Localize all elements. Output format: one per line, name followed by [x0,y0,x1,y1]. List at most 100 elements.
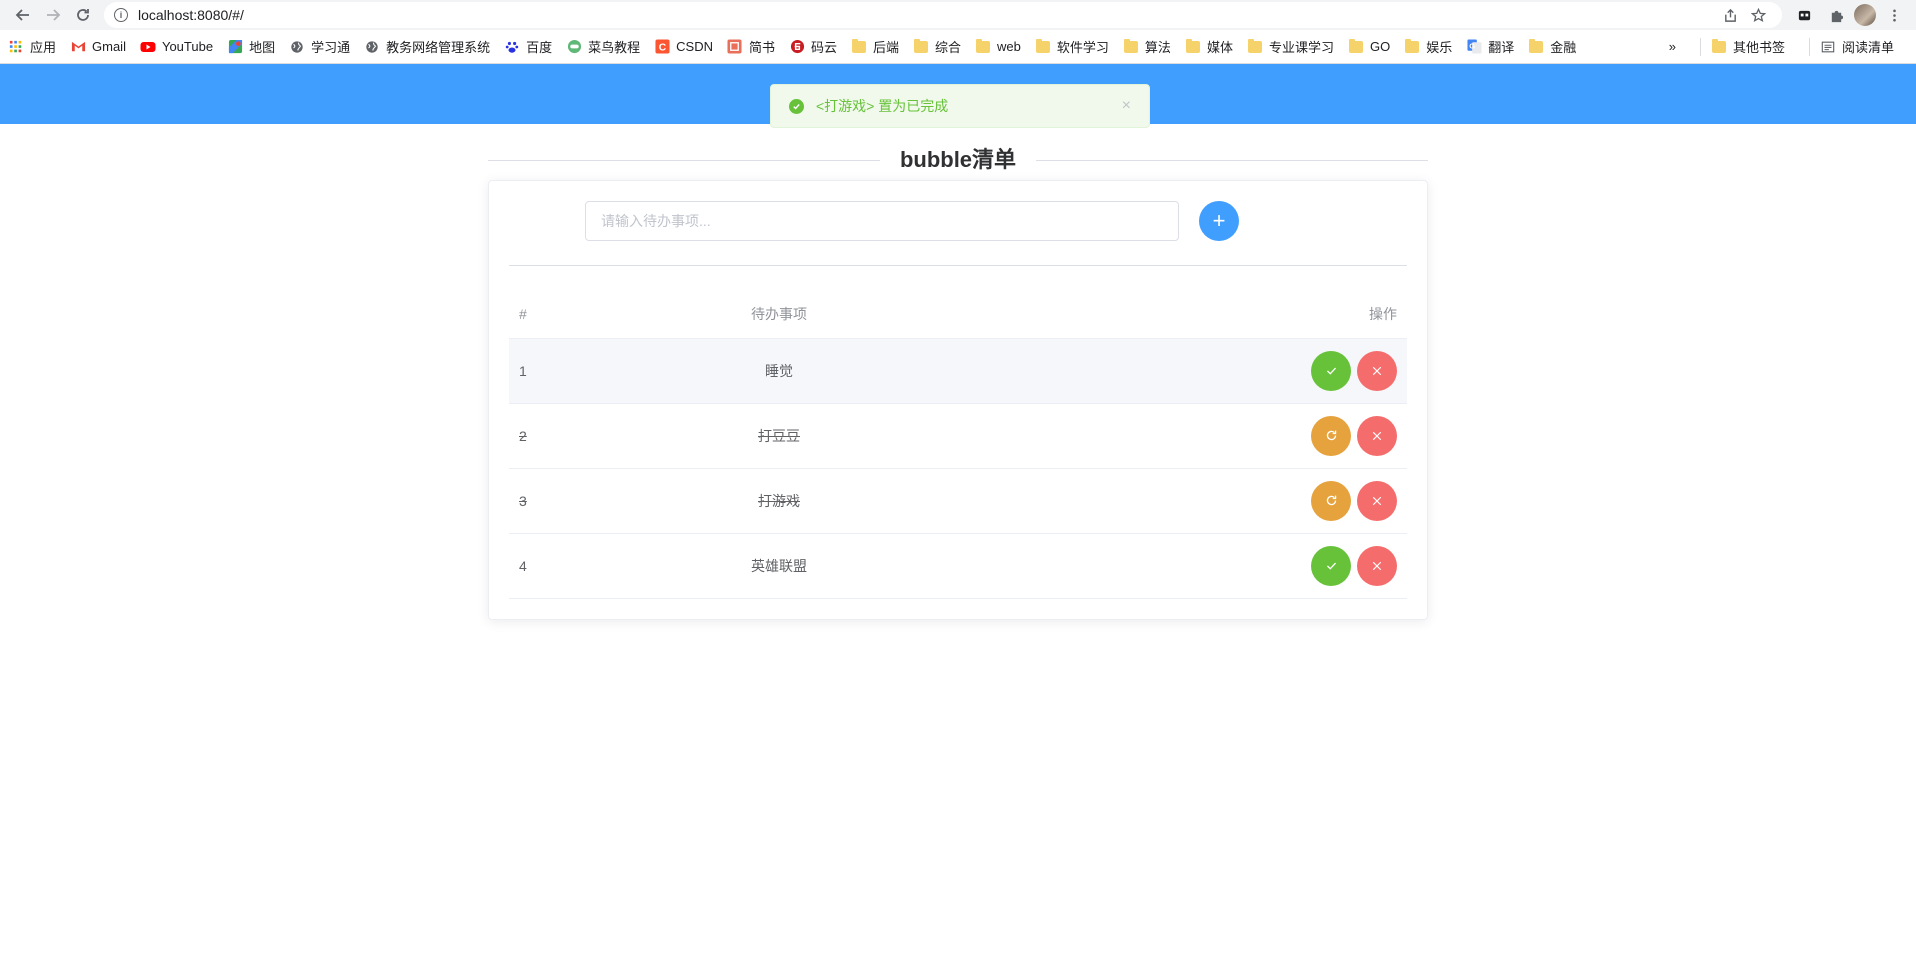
delete-button[interactable] [1357,480,1397,521]
row-todo-name: 打豆豆 [589,403,969,469]
bookmarks-overflow-button[interactable]: » [1669,39,1676,54]
globe-icon [364,39,380,55]
delete-button[interactable] [1357,545,1397,586]
row-index: 1 [509,338,589,404]
bookmark-item[interactable]: 码云 [789,37,837,56]
bookmark-item[interactable]: GO [1348,38,1390,55]
check-icon [1326,367,1336,375]
puzzle-extensions-icon[interactable] [1822,2,1850,28]
csdn-icon: C [654,39,670,55]
profile-avatar[interactable] [1854,4,1876,26]
table-header: # 待办事项 操作 [509,290,1407,339]
folder-icon [913,38,929,55]
close-icon [1372,431,1382,440]
bookmark-label: 简书 [748,40,775,55]
bookmark-item[interactable]: 学习通 [289,37,350,56]
close-icon [1372,561,1382,570]
bookmark-item[interactable]: 媒体 [1185,37,1233,56]
toast-close-icon[interactable]: × [1122,97,1131,115]
row-actions [969,338,1407,404]
info-icon[interactable]: i [114,8,128,22]
folder-icon [1035,38,1051,55]
bookmark-item[interactable]: 地图 [227,37,275,56]
row-actions [969,533,1407,599]
bookmark-label: 综合 [935,40,962,55]
bookmark-label: 后端 [873,40,900,55]
folder-icon [1528,38,1544,55]
bookmark-item[interactable]: 金融 [1528,37,1576,56]
page-title: bubble清单 [879,148,1037,172]
bookmark-item[interactable]: 教务网络管理系统 [364,37,490,56]
other-bookmarks[interactable]: 其他书签 [1711,37,1785,56]
row-index: 4 [509,533,589,599]
browser-toolbar: i localhost:8080/#/ [0,0,1916,30]
undo-button[interactable] [1311,480,1351,521]
bookmark-label: web [997,39,1021,54]
runoob-icon [566,39,582,55]
bookmark-item[interactable]: 专业课学习 [1247,37,1334,56]
kebab-menu-icon[interactable] [1880,2,1908,28]
bookmark-label: 软件学习 [1056,40,1109,55]
app-header: <打游戏> 置为已完成 × [0,64,1916,128]
todo-input[interactable] [585,201,1179,241]
bookmark-item[interactable]: C CSDN [654,39,713,55]
row-actions [969,403,1407,469]
bookmark-item[interactable]: 综合 [913,37,961,56]
translate-icon: G [1466,39,1482,55]
folder-icon [1123,38,1139,55]
success-toast: <打游戏> 置为已完成 × [770,84,1150,128]
table-row: 2 打豆豆 [509,403,1407,469]
svg-text:G: G [1469,41,1475,50]
other-bookmarks-label: 其他书签 [1732,40,1785,55]
close-icon [1372,496,1382,505]
row-todo-name: 打游戏 [589,468,969,534]
forward-arrow-icon[interactable] [38,0,68,30]
bookmark-item[interactable]: 简书 [727,37,775,56]
bookmark-item[interactable]: G 翻译 [1466,37,1514,56]
folder-icon [1348,38,1364,55]
extension-app-icon[interactable] [1790,2,1818,28]
header-index: # [509,290,589,339]
delete-button[interactable] [1357,415,1397,456]
bookmark-item[interactable]: YouTube [140,39,213,55]
bookmark-item[interactable]: 应用 [8,37,56,56]
bookmark-label: 专业课学习 [1268,40,1334,55]
back-arrow-icon[interactable] [8,0,38,30]
folder-icon [1404,38,1420,55]
row-index: 3 [509,468,589,534]
bookmark-item[interactable]: 菜鸟教程 [566,37,640,56]
bookmark-item[interactable]: 娱乐 [1404,37,1452,56]
table-row: 4 英雄联盟 [509,533,1407,599]
header-name: 待办事项 [589,290,969,339]
refresh-icon [1326,430,1336,441]
bookmark-item[interactable]: 软件学习 [1035,37,1109,56]
divider [509,265,1407,266]
folder-icon [1185,38,1201,55]
share-icon[interactable] [1716,2,1744,28]
bookmark-item[interactable]: 算法 [1123,37,1171,56]
bookmark-item[interactable]: 后端 [851,37,899,56]
bookmark-label: 教务网络管理系统 [386,40,491,55]
close-icon [1372,366,1382,375]
undo-button[interactable] [1311,415,1351,456]
reload-icon[interactable] [68,0,98,30]
url-text[interactable]: localhost:8080/#/ [138,7,1716,23]
globe-icon [289,39,305,55]
bookmark-item[interactable]: web [975,38,1021,55]
complete-button[interactable] [1311,545,1351,586]
folder-icon [851,38,867,55]
bookmark-label: 应用 [30,40,57,55]
todo-card: + # 待办事项 操作 1睡觉2打豆豆3打游戏4英雄联盟 [488,180,1428,620]
bookmark-item[interactable]: 百度 [504,37,552,56]
add-button[interactable]: + [1199,201,1239,241]
complete-button[interactable] [1311,350,1351,391]
bookmark-label: 码云 [811,40,838,55]
address-bar[interactable]: i localhost:8080/#/ [104,2,1782,28]
delete-button[interactable] [1357,350,1397,391]
bookmark-item[interactable]: Gmail [70,39,126,55]
bookmark-label: 媒体 [1206,40,1233,55]
reading-list[interactable]: 阅读清单 [1820,37,1894,56]
bookmark-label: 百度 [526,40,553,55]
bookmark-label: YouTube [161,39,214,54]
star-icon[interactable] [1744,2,1772,28]
